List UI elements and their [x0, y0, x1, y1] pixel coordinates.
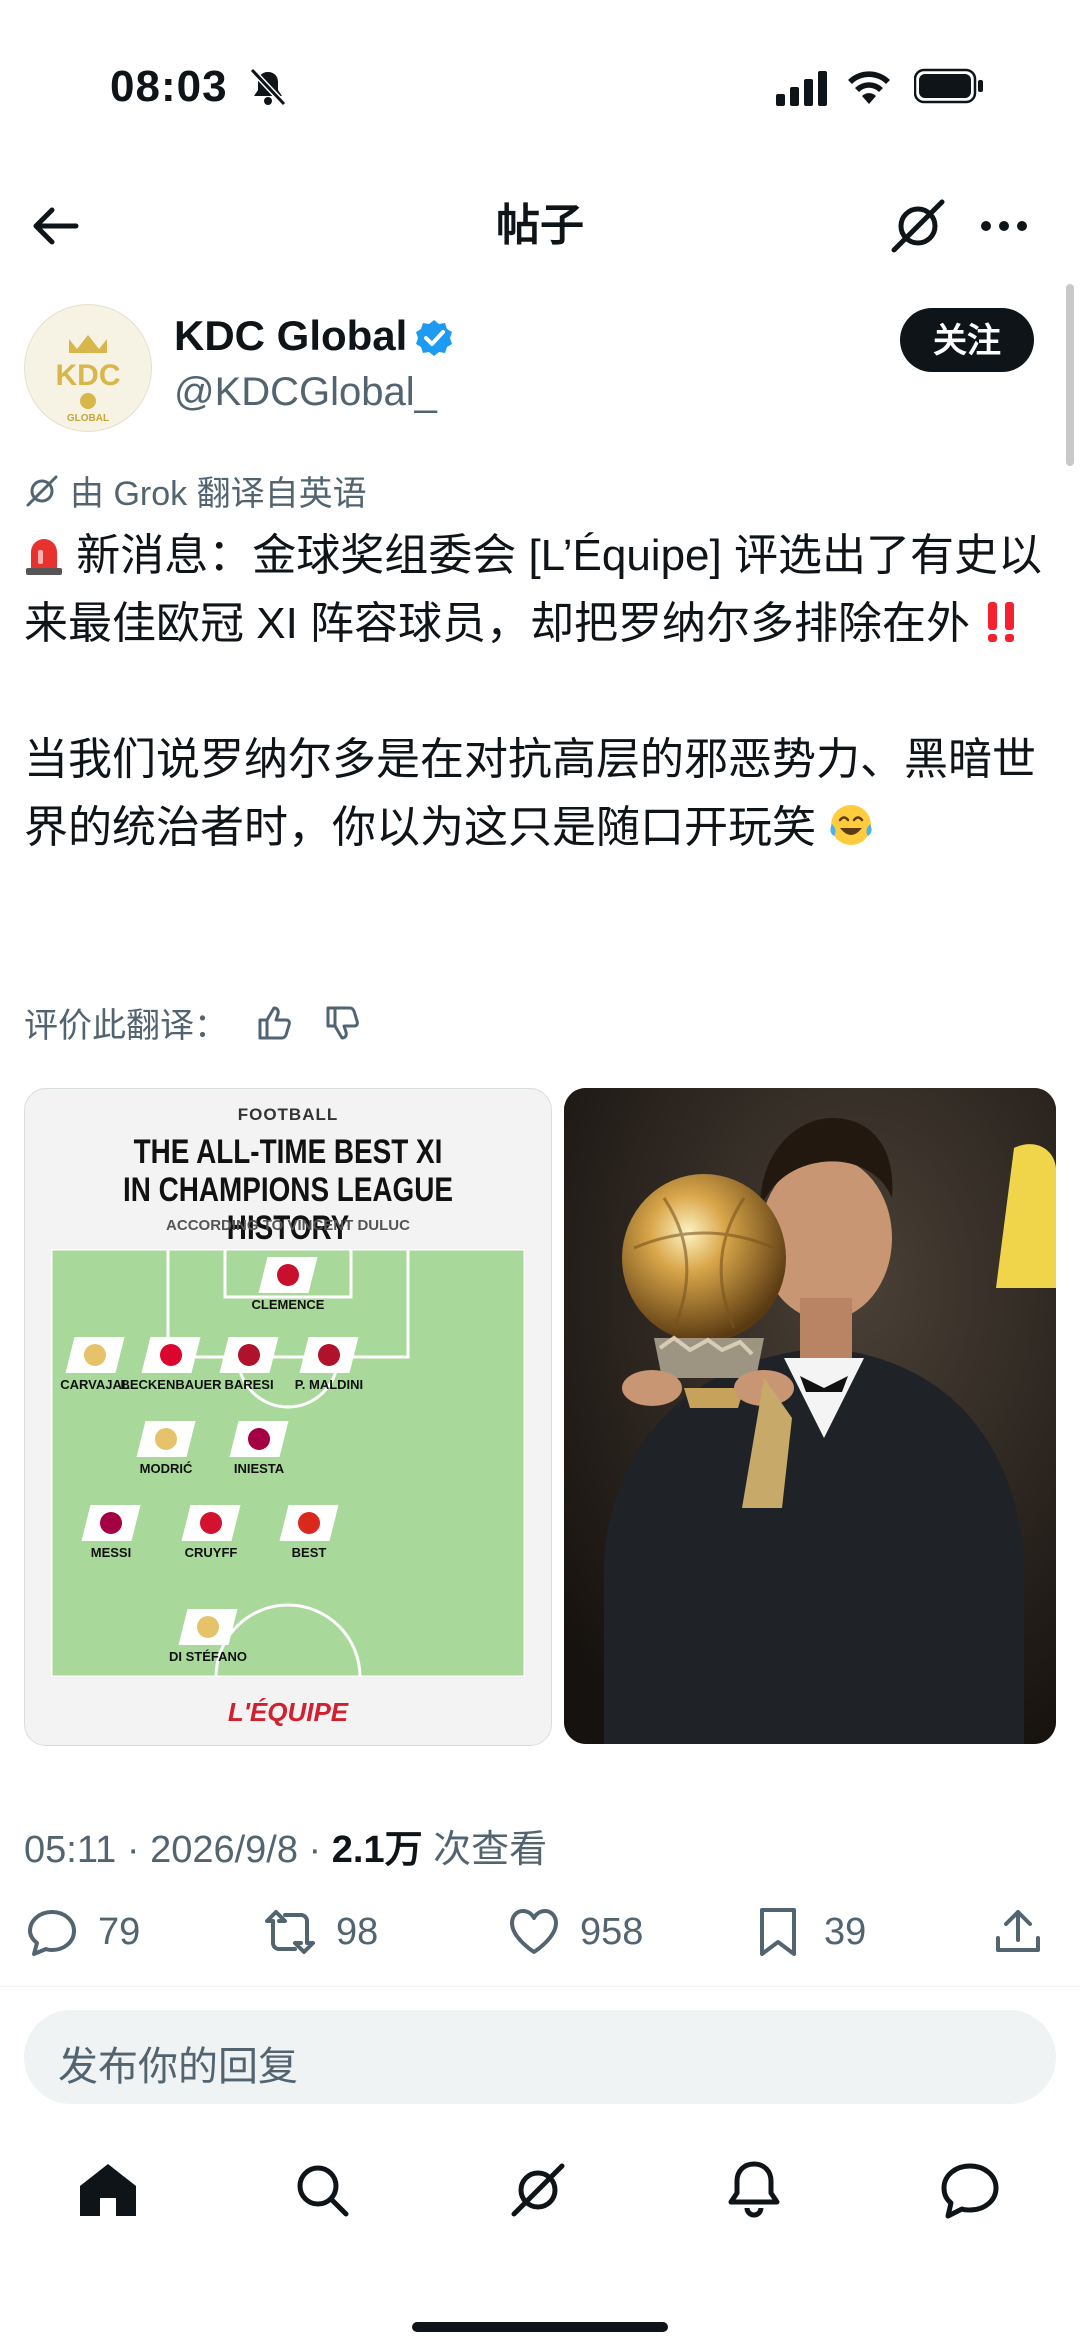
- action-bar: 79 98 958 39: [0, 1904, 1080, 1976]
- bayern-crest-icon: [160, 1344, 182, 1366]
- post-meta: 05:11 · 2026/9/8 · 2.1万 次查看: [24, 1829, 548, 1871]
- tweet-text: 新消息：金球奖组委会 [L’Équipe] 评选出了有史以来最佳欧冠 XI 阵容…: [24, 522, 1064, 862]
- player-clemence: CLEMENCE: [228, 1257, 348, 1312]
- bookmark-count: 39: [824, 1910, 867, 1953]
- barcelona-crest-icon: [100, 1512, 122, 1534]
- view-count: 2.1万: [331, 1829, 423, 1871]
- infographic-kicker: FOOTBALL: [237, 1105, 339, 1124]
- barcelona-crest-icon: [248, 1428, 270, 1450]
- author-handle[interactable]: @KDCGlobal_: [174, 370, 437, 415]
- avatar[interactable]: KDC GLOBAL: [24, 304, 152, 432]
- player-p-maldini: P. MALDINI: [269, 1337, 389, 1392]
- status-time: 08:03: [110, 62, 228, 111]
- search-icon[interactable]: [290, 2158, 354, 2222]
- reply-placeholder: 发布你的回复: [58, 2045, 298, 2089]
- grok-tab-icon[interactable]: [506, 2158, 570, 2222]
- grok-icon[interactable]: [888, 196, 948, 256]
- scrollbar[interactable]: [1066, 284, 1074, 466]
- kdc-logo-icon: KDC GLOBAL: [56, 335, 121, 424]
- avatar-text: KDC: [56, 359, 121, 392]
- player-di-stefano: DI STÉFANO: [148, 1609, 268, 1664]
- follow-button[interactable]: 关注: [900, 308, 1034, 372]
- tweet-line-2: 当我们说罗纳尔多是在对抗高层的邪恶势力、黑暗世界的统治者时，你以为这只是随口开玩…: [24, 735, 1036, 852]
- infographic-title-line-1: THE ALL-TIME BEST XI: [133, 1133, 443, 1171]
- translation-note: 由 Grok 翻译自英语: [24, 466, 367, 515]
- rate-translation: 评价此翻译：: [24, 998, 364, 1047]
- pitch-diagram: CLEMENCE CARVAJAL BECKENBAUER BARESI P. …: [51, 1249, 525, 1677]
- reply-count: 79: [98, 1910, 141, 1953]
- post-time: 05:11: [24, 1829, 117, 1871]
- milan-crest-icon: [318, 1344, 340, 1366]
- thumbs-down-icon[interactable]: [322, 1002, 364, 1044]
- infographic-subtitle: ACCORDING TO VINCENT DULUC: [166, 1217, 410, 1234]
- avatar-sub: GLOBAL: [67, 413, 109, 424]
- repost-button[interactable]: 98: [262, 1904, 378, 1960]
- man-united-crest-icon: [298, 1512, 320, 1534]
- like-count: 958: [580, 1910, 644, 1953]
- like-button[interactable]: 958: [506, 1904, 643, 1960]
- grok-small-icon: [26, 475, 58, 506]
- repost-icon: [265, 1910, 315, 1954]
- real-madrid-crest-icon: [84, 1344, 106, 1366]
- ronaldo-ballon-dor-photo: [564, 1088, 1056, 1744]
- view-label: 次查看: [433, 1829, 548, 1871]
- home-indicator[interactable]: [412, 2322, 668, 2332]
- silent-bell-icon: [249, 67, 287, 107]
- bookmark-button[interactable]: 39: [750, 1904, 866, 1960]
- share-icon: [996, 1910, 1040, 1952]
- real-madrid-crest-icon: [197, 1616, 219, 1638]
- milan-crest-icon: [238, 1344, 260, 1366]
- reply-icon: [28, 1910, 76, 1956]
- reply-button[interactable]: 79: [24, 1904, 140, 1960]
- media-image-photo[interactable]: [564, 1088, 1056, 1744]
- lequipe-logo: L'ÉQUIPE: [227, 1697, 349, 1727]
- repost-count: 98: [336, 1910, 379, 1953]
- player-iniesta: INIESTA: [199, 1421, 319, 1476]
- player-best: BEST: [249, 1505, 369, 1560]
- share-button[interactable]: [990, 1904, 1064, 1960]
- media-image-lineup[interactable]: FOOTBALL THE ALL-TIME BEST XI IN CHAMPIO…: [24, 1088, 552, 1746]
- siren-icon: [26, 539, 62, 575]
- verified-badge-icon: [416, 320, 452, 356]
- liverpool-crest-icon: [277, 1264, 299, 1286]
- translation-note-text: 由 Grok 翻译自英语: [70, 475, 367, 513]
- home-icon[interactable]: [76, 2158, 140, 2222]
- thumbs-up-icon[interactable]: [254, 1002, 296, 1044]
- bookmark-icon: [760, 1908, 796, 1956]
- double-exclamation-icon: [988, 602, 1015, 642]
- messages-icon[interactable]: [938, 2158, 1002, 2222]
- tweet-line-1: 新消息：金球奖组委会 [L’Équipe] 评选出了有史以来最佳欧冠 XI 阵容…: [24, 531, 1042, 648]
- rate-translation-label: 评价此翻译：: [24, 1007, 228, 1045]
- more-options-icon[interactable]: [976, 206, 1032, 246]
- ajax-crest-icon: [200, 1512, 222, 1534]
- tears-of-joy-icon: [830, 805, 872, 845]
- notifications-bell-icon[interactable]: [722, 2158, 786, 2222]
- divider: [0, 1986, 1080, 1987]
- reply-input[interactable]: 发布你的回复: [24, 2010, 1056, 2104]
- infographic-title-line-2: IN CHAMPIONS LEAGUE HISTORY: [123, 1171, 453, 1247]
- author-name[interactable]: KDC Global: [174, 312, 407, 360]
- cellular-signal-icon: [776, 71, 827, 106]
- post-date: 2026/9/8: [150, 1829, 298, 1871]
- battery-icon: [914, 68, 983, 104]
- heart-icon: [510, 1909, 558, 1954]
- real-madrid-crest-icon: [155, 1428, 177, 1450]
- wifi-icon: [848, 71, 890, 104]
